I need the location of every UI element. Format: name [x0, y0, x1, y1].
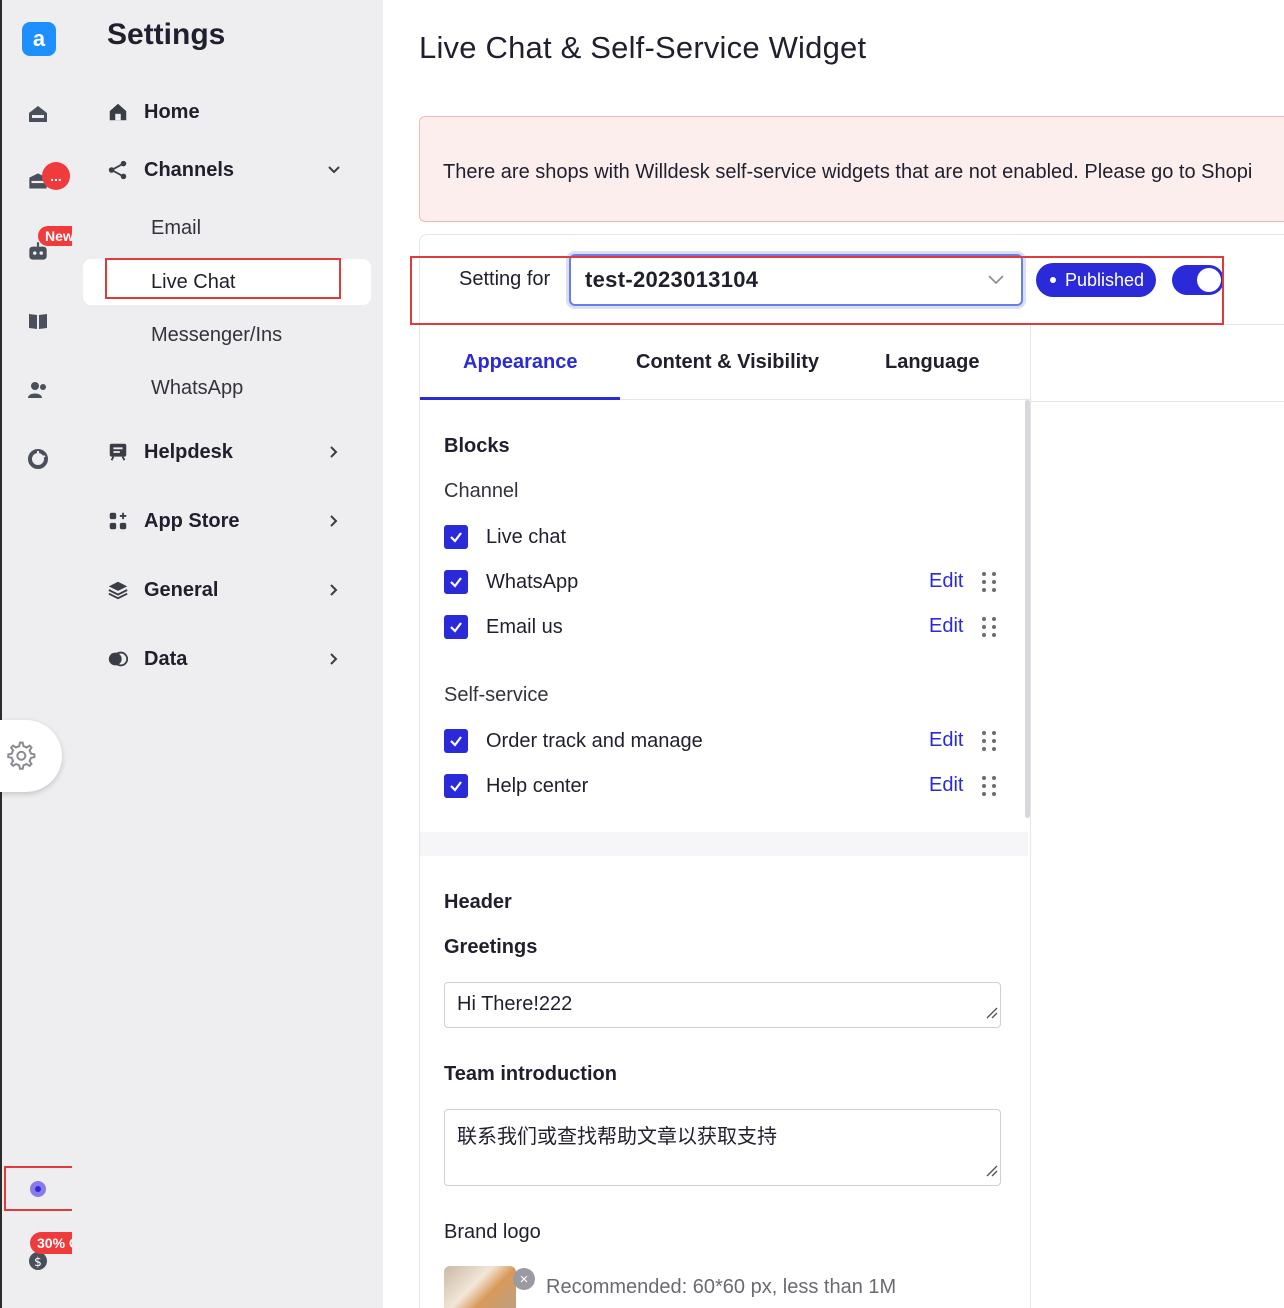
layers-icon: [106, 578, 130, 602]
sidebar-item-data[interactable]: Data: [106, 644, 346, 674]
settings-sidebar: Settings Home Channels Email Live Chat M…: [72, 0, 383, 1308]
greetings-label: Greetings: [444, 936, 538, 958]
resize-handle-icon[interactable]: [984, 1002, 998, 1025]
scrollbar[interactable]: [1025, 400, 1030, 818]
sidebar-sub-email[interactable]: Email: [151, 217, 201, 240]
team-intro-label: Team introduction: [444, 1063, 617, 1085]
chevron-right-icon: [322, 509, 346, 533]
sidebar-sub-whatsapp[interactable]: WhatsApp: [151, 377, 243, 400]
brand-logo-label: Brand logo: [444, 1221, 541, 1243]
block-order-track[interactable]: Order track and manage: [444, 729, 703, 753]
block-live-chat[interactable]: Live chat: [444, 525, 566, 549]
tab-appearance[interactable]: Appearance: [463, 351, 578, 374]
icon-rail: a ... New $: [0, 0, 81, 1308]
divider: [1031, 401, 1284, 402]
rail-book-icon[interactable]: [22, 305, 54, 337]
alert-banner: There are shops with Willdesk self-servi…: [419, 116, 1284, 222]
remove-logo-icon[interactable]: ×: [513, 1268, 535, 1290]
sidebar-item-app-store[interactable]: App Store: [106, 506, 346, 536]
chevron-right-icon: [322, 440, 346, 464]
live-chat-highlight: [105, 258, 341, 299]
checkbox[interactable]: [444, 525, 468, 549]
checkbox[interactable]: [444, 774, 468, 798]
helpdesk-icon: [106, 440, 130, 464]
section-separator: [420, 832, 1028, 856]
drag-handle-icon[interactable]: [980, 729, 998, 753]
apps-icon: [106, 509, 130, 533]
drag-handle-icon[interactable]: [980, 774, 998, 798]
brand-logo-hint: Recommended: 60*60 px, less than 1M: [546, 1276, 897, 1298]
self-service-title: Self-service: [444, 684, 549, 706]
chevron-down-icon: [322, 158, 346, 182]
sidebar-item-general[interactable]: General: [106, 575, 346, 605]
chevron-right-icon: [322, 578, 346, 602]
rail-settings-highlight: [4, 1166, 74, 1211]
svg-text:$: $: [34, 1255, 42, 1269]
checkbox[interactable]: [444, 615, 468, 639]
team-intro-input[interactable]: 联系我们或查找帮助文章以获取支持: [444, 1109, 1001, 1186]
edit-order-track-link[interactable]: Edit: [929, 729, 963, 752]
drag-handle-icon[interactable]: [980, 615, 998, 639]
sidebar-title: Settings: [107, 18, 226, 51]
app-logo[interactable]: a: [22, 22, 56, 56]
checkbox[interactable]: [444, 729, 468, 753]
notification-badge: ...: [42, 162, 70, 190]
home-icon: [106, 100, 130, 124]
drag-handle-icon[interactable]: [980, 570, 998, 594]
block-help-center[interactable]: Help center: [444, 774, 588, 798]
active-tab-indicator: [420, 397, 620, 400]
divider: [1030, 324, 1031, 1308]
tab-language[interactable]: Language: [885, 351, 979, 374]
gear-icon: [7, 741, 36, 770]
page-title: Live Chat & Self-Service Widget: [419, 30, 867, 65]
checkbox[interactable]: [444, 570, 468, 594]
resize-handle-icon[interactable]: [984, 1160, 998, 1183]
tab-content-visibility[interactable]: Content & Visibility: [636, 351, 819, 374]
rail-analytics-icon[interactable]: [22, 443, 54, 475]
chevron-right-icon: [322, 647, 346, 671]
rail-users-icon[interactable]: [22, 374, 54, 406]
channel-title: Channel: [444, 480, 519, 502]
sidebar-sub-messenger[interactable]: Messenger/Ins: [151, 324, 282, 347]
share-icon: [106, 158, 130, 182]
block-whatsapp[interactable]: WhatsApp: [444, 570, 578, 594]
edit-help-center-link[interactable]: Edit: [929, 774, 963, 797]
edit-email-link[interactable]: Edit: [929, 615, 963, 638]
block-email-us[interactable]: Email us: [444, 615, 563, 639]
setting-row-highlight: [410, 256, 1224, 325]
blocks-title: Blocks: [444, 435, 510, 457]
data-icon: [106, 647, 130, 671]
sidebar-item-channels[interactable]: Channels: [106, 155, 346, 185]
edit-whatsapp-link[interactable]: Edit: [929, 570, 963, 593]
greetings-input[interactable]: Hi There!222: [444, 982, 1001, 1028]
sidebar-item-home[interactable]: Home: [106, 97, 346, 127]
rail-home-icon[interactable]: [22, 98, 54, 130]
brand-logo-thumbnail[interactable]: [444, 1266, 516, 1308]
sidebar-item-helpdesk[interactable]: Helpdesk: [106, 437, 346, 467]
header-title: Header: [444, 891, 512, 913]
